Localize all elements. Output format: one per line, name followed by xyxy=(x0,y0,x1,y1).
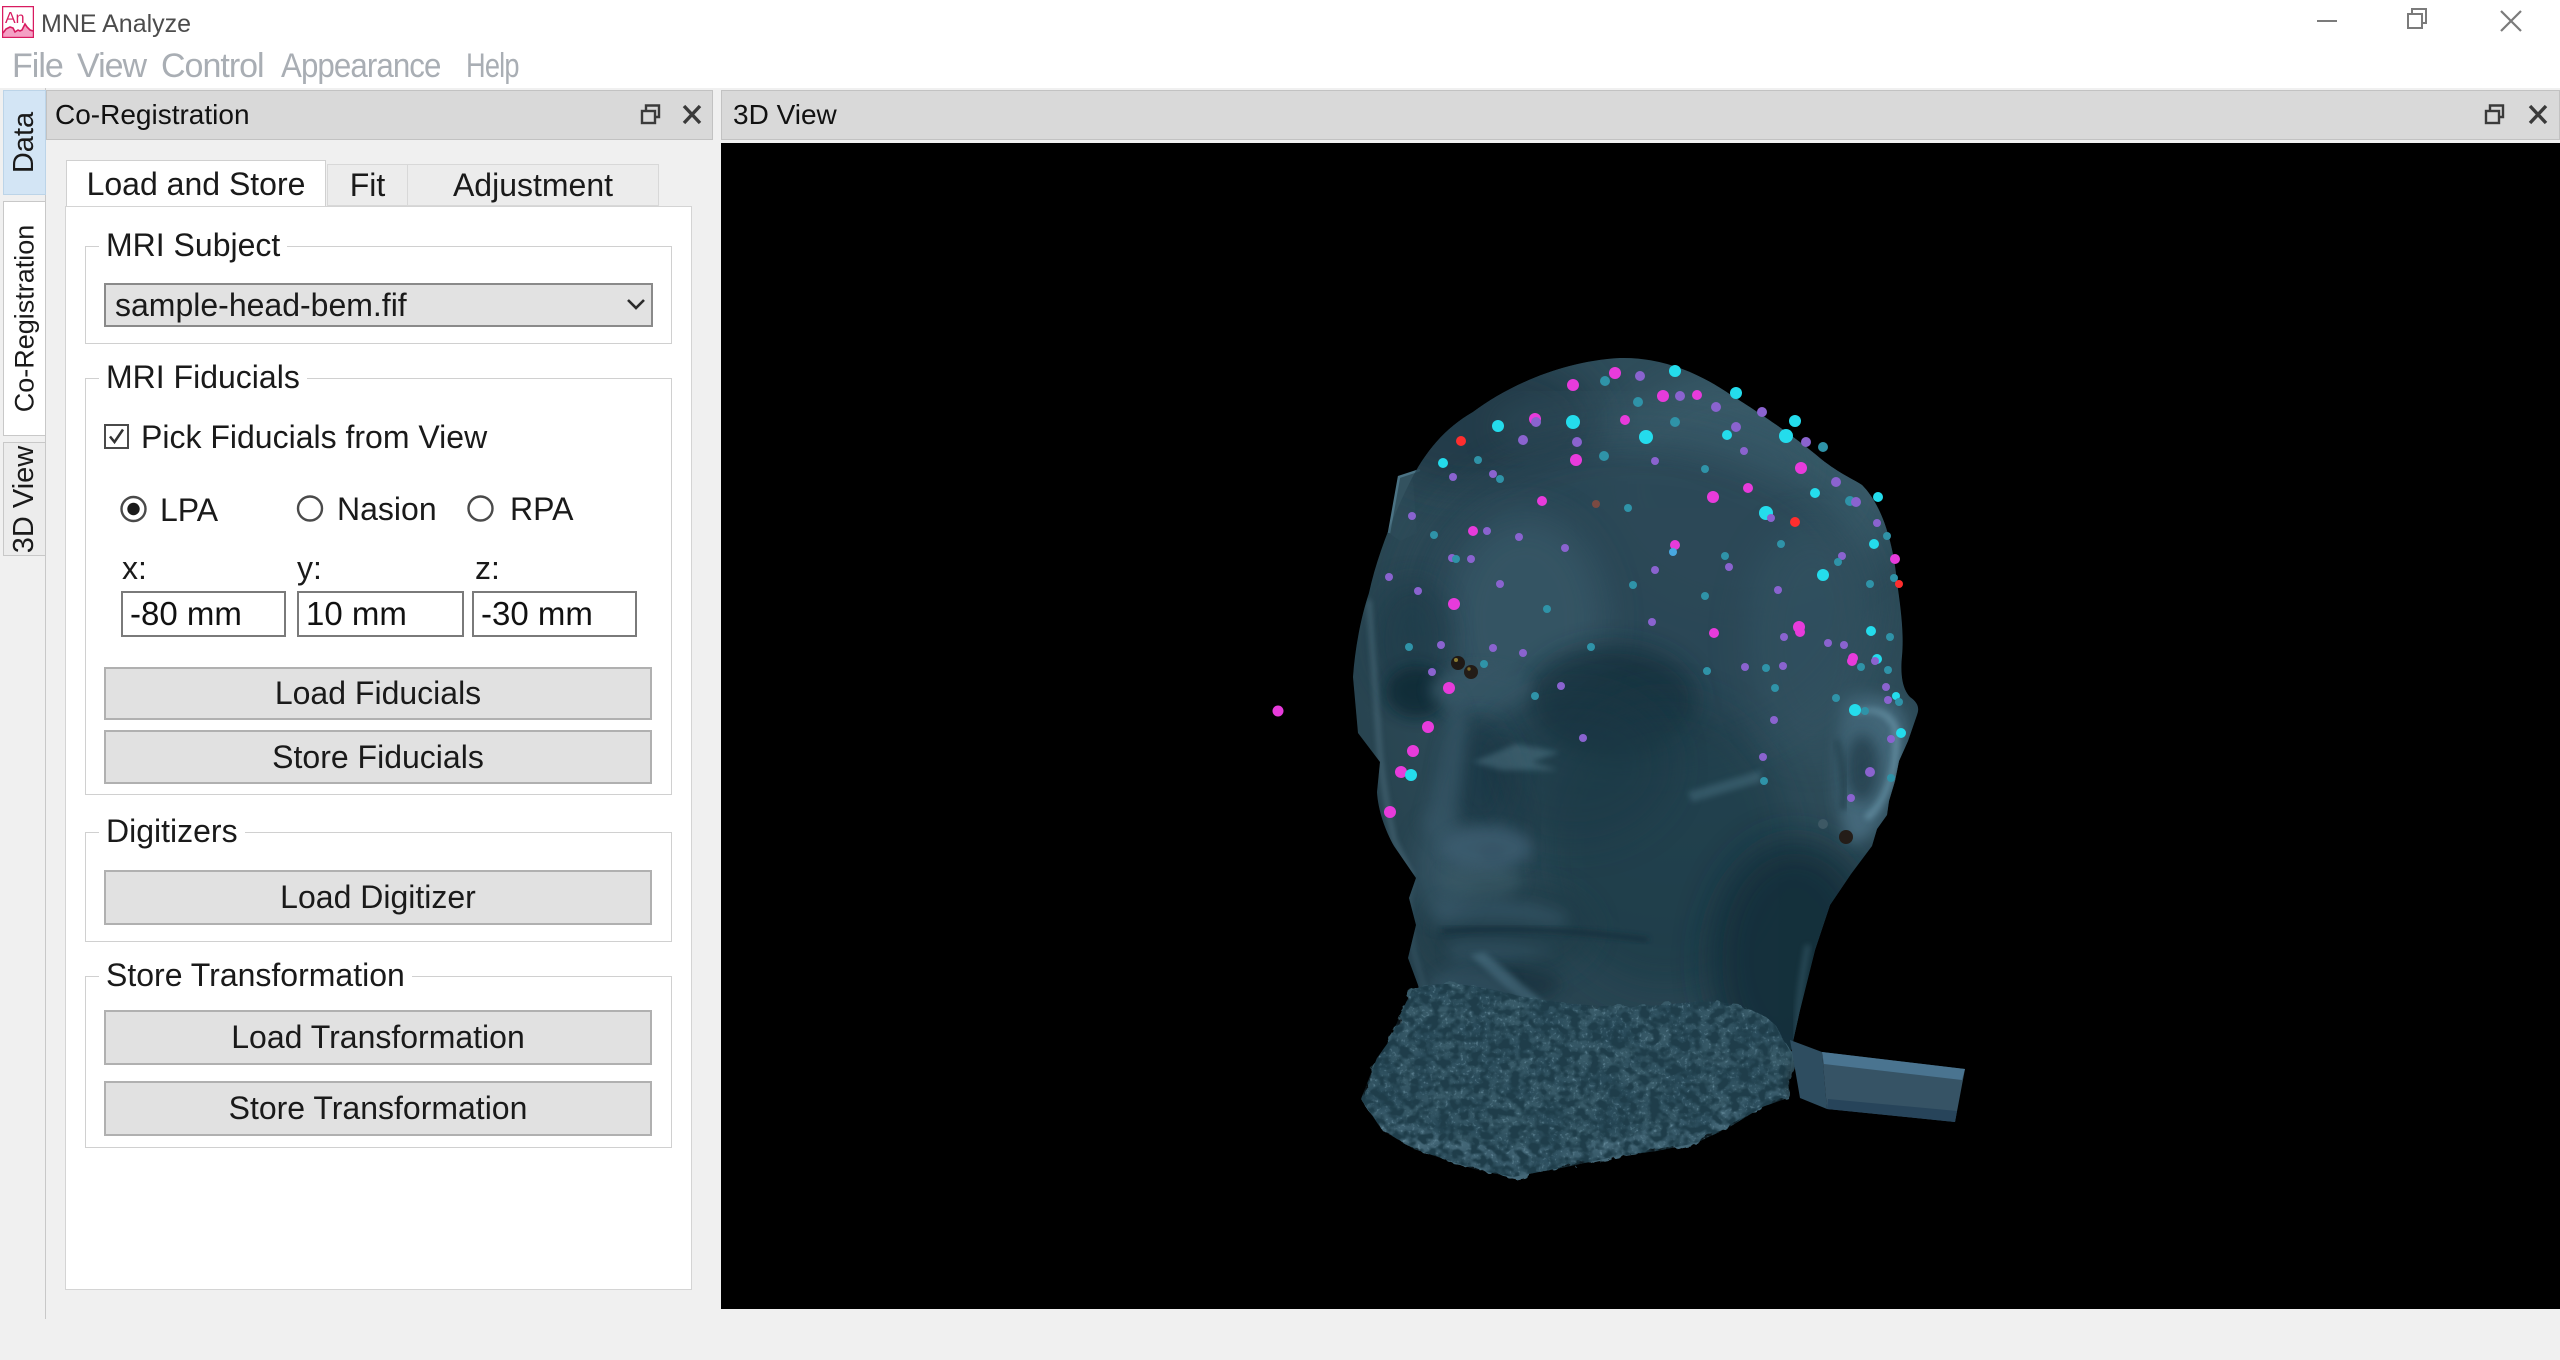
svg-text:An: An xyxy=(5,10,25,27)
